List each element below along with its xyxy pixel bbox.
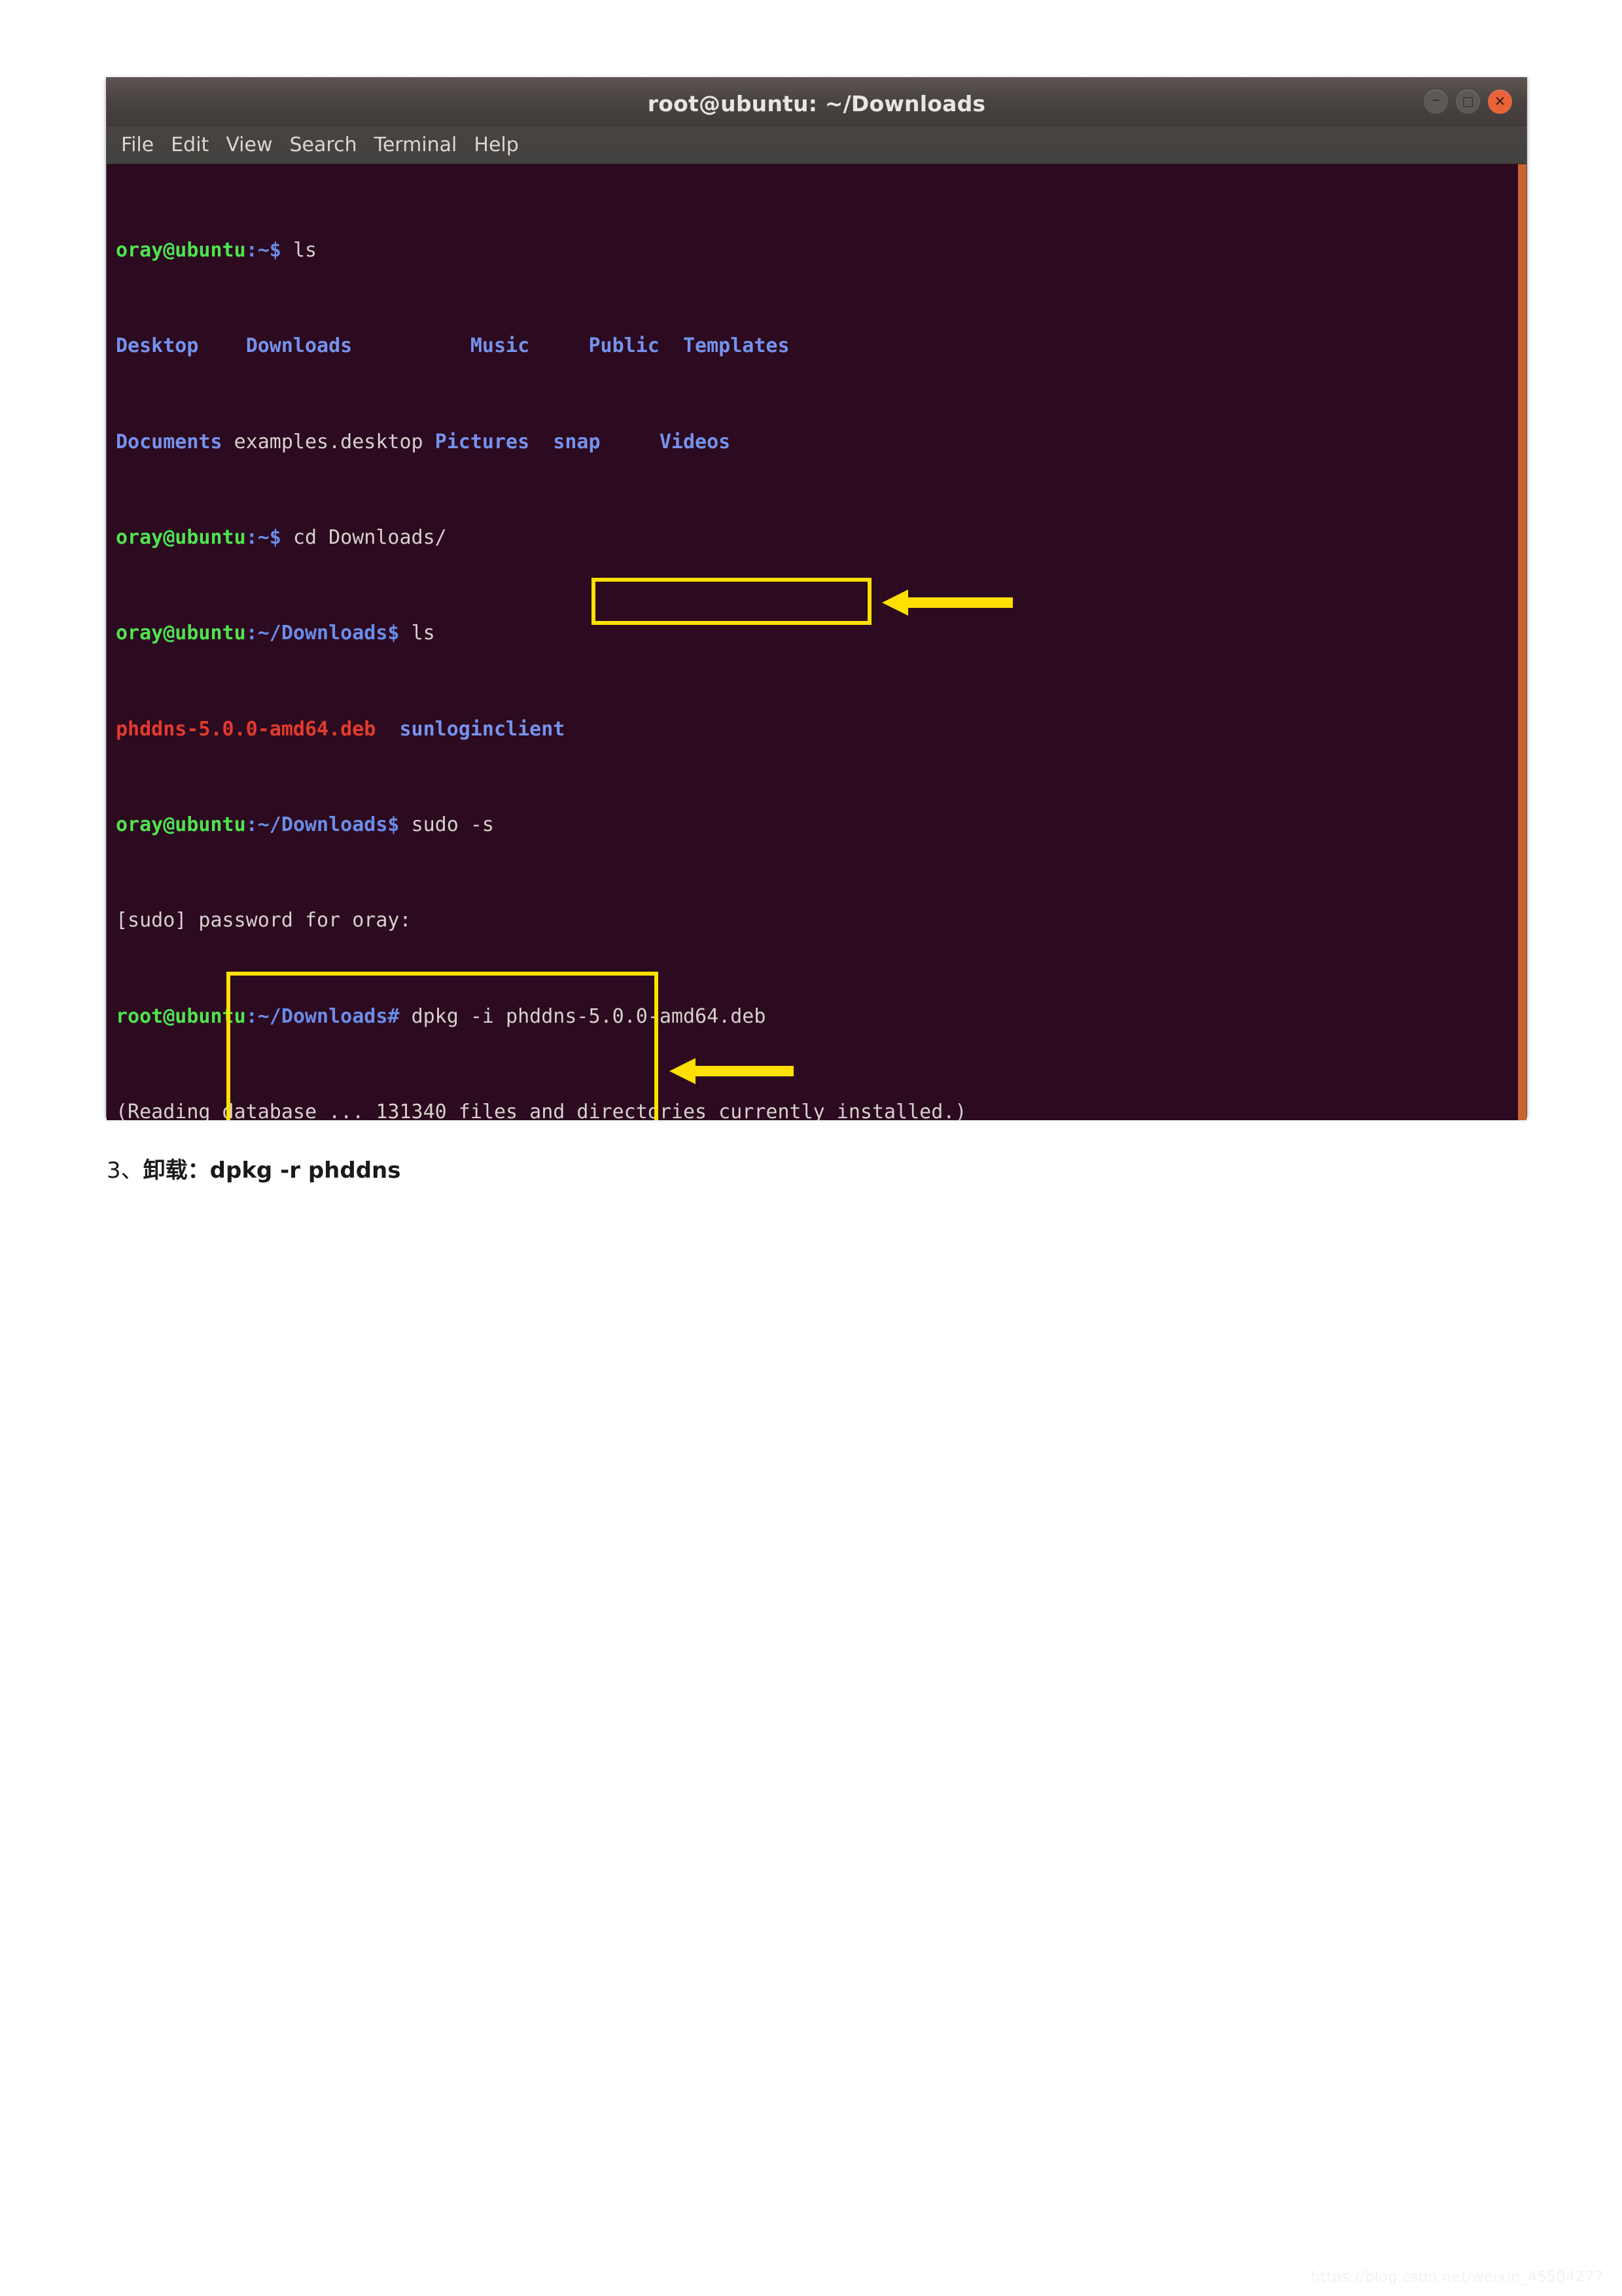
ls-entry: snap (553, 430, 601, 453)
watermark: https://blog.csdn.net/weixin_45504277 (1311, 2269, 1604, 2286)
prompt-user: oray@ubuntu (116, 238, 246, 262)
ls-entry: Videos (659, 430, 731, 453)
terminal-line: oray@ubuntu:~$ ls (116, 239, 1155, 263)
menu-item-terminal[interactable]: Terminal (374, 133, 457, 156)
caption-chinese-label: 卸载： (143, 1157, 210, 1184)
menu-item-help[interactable]: Help (474, 133, 518, 156)
caption-line: 3、卸载：dpkg -r phddns (107, 1152, 400, 1184)
prompt-user: oray@ubuntu (116, 813, 246, 837)
terminal-output-area[interactable]: oray@ubuntu:~$ ls Desktop Downloads Musi… (107, 164, 1526, 1120)
terminal-line: Documents examples.desktop Pictures snap… (116, 431, 1155, 455)
terminal-line: oray@ubuntu:~$ cd Downloads/ (116, 526, 1155, 550)
highlighted-command: dpkg -i phddns-5.0.0-amd64.deb (411, 1004, 766, 1028)
prompt-path: :~/Downloads$ (245, 622, 412, 645)
scrollbar-thumb[interactable] (1518, 164, 1526, 1120)
prompt-user: oray@ubuntu (116, 525, 246, 549)
caption-number: 3、 (107, 1157, 143, 1184)
command-text: ls (292, 238, 317, 262)
terminal-line: (Reading database ... 131340 files and d… (116, 1101, 1155, 1120)
ls-entry: Pictures (434, 430, 530, 453)
ls-entry: Music (470, 334, 530, 358)
output-line: (Reading database ... 131340 files and d… (116, 1101, 967, 1120)
prompt-user: oray@ubuntu (116, 622, 246, 645)
prompt-path: :~/Downloads$ (245, 813, 412, 837)
close-icon: ✕ (1494, 94, 1506, 109)
caption-command: dpkg -r phddns (209, 1157, 401, 1184)
ls-entry: Templates (683, 334, 790, 358)
ls-entry: Documents (116, 430, 222, 453)
ls-entry: Public (588, 334, 660, 358)
terminal-line: root@ubuntu:~/Downloads# dpkg -i phddns-… (116, 1005, 1155, 1029)
window-title: root@ubuntu: ~/Downloads (647, 91, 986, 116)
menu-item-view[interactable]: View (226, 133, 272, 156)
terminal-line: phddns-5.0.0-amd64.deb sunloginclient (116, 718, 1155, 742)
ls-entry: examples.desktop (234, 430, 423, 453)
command-text: cd Downloads/ (292, 525, 447, 549)
prompt-path: :~$ (245, 525, 293, 549)
maximize-button[interactable]: □ (1456, 90, 1480, 114)
terminal-line: Desktop Downloads Music Public Templates (116, 334, 1155, 359)
terminal-line: oray@ubuntu:~/Downloads$ ls (116, 622, 1155, 646)
ls-entry-archive: phddns-5.0.0-amd64.deb (116, 717, 376, 741)
ls-entry: sunloginclient (399, 717, 565, 741)
terminal-window: root@ubuntu: ~/Downloads – □ ✕ File Edit… (106, 77, 1527, 1120)
sudo-password-prompt: [sudo] password for oray: (116, 909, 412, 932)
terminal-scrollbar[interactable] (1518, 164, 1526, 1120)
maximize-icon: □ (1462, 94, 1474, 109)
prompt-root: root@ubuntu (116, 1004, 246, 1028)
command-text: sudo -s (411, 813, 494, 837)
window-controls: – □ ✕ (1424, 90, 1512, 114)
menu-item-edit[interactable]: Edit (171, 133, 209, 156)
menu-item-search[interactable]: Search (290, 133, 357, 156)
terminal-line: [sudo] password for oray: (116, 909, 1155, 933)
ls-entry: Downloads (245, 334, 353, 358)
window-title-bar[interactable]: root@ubuntu: ~/Downloads – □ ✕ (107, 78, 1526, 126)
terminal-line: oray@ubuntu:~/Downloads$ sudo -s (116, 813, 1155, 838)
ls-entry: Desktop (116, 334, 199, 358)
close-button[interactable]: ✕ (1488, 90, 1512, 114)
minimize-icon: – (1432, 90, 1440, 109)
menu-item-file[interactable]: File (121, 133, 154, 156)
command-text: ls (411, 622, 435, 645)
terminal-text: oray@ubuntu:~$ ls Desktop Downloads Musi… (116, 167, 1155, 1120)
menu-bar: File Edit View Search Terminal Help (107, 126, 1526, 164)
prompt-path: :~/Downloads# (245, 1004, 412, 1028)
minimize-button[interactable]: – (1424, 90, 1448, 114)
prompt-path: :~$ (245, 238, 293, 262)
